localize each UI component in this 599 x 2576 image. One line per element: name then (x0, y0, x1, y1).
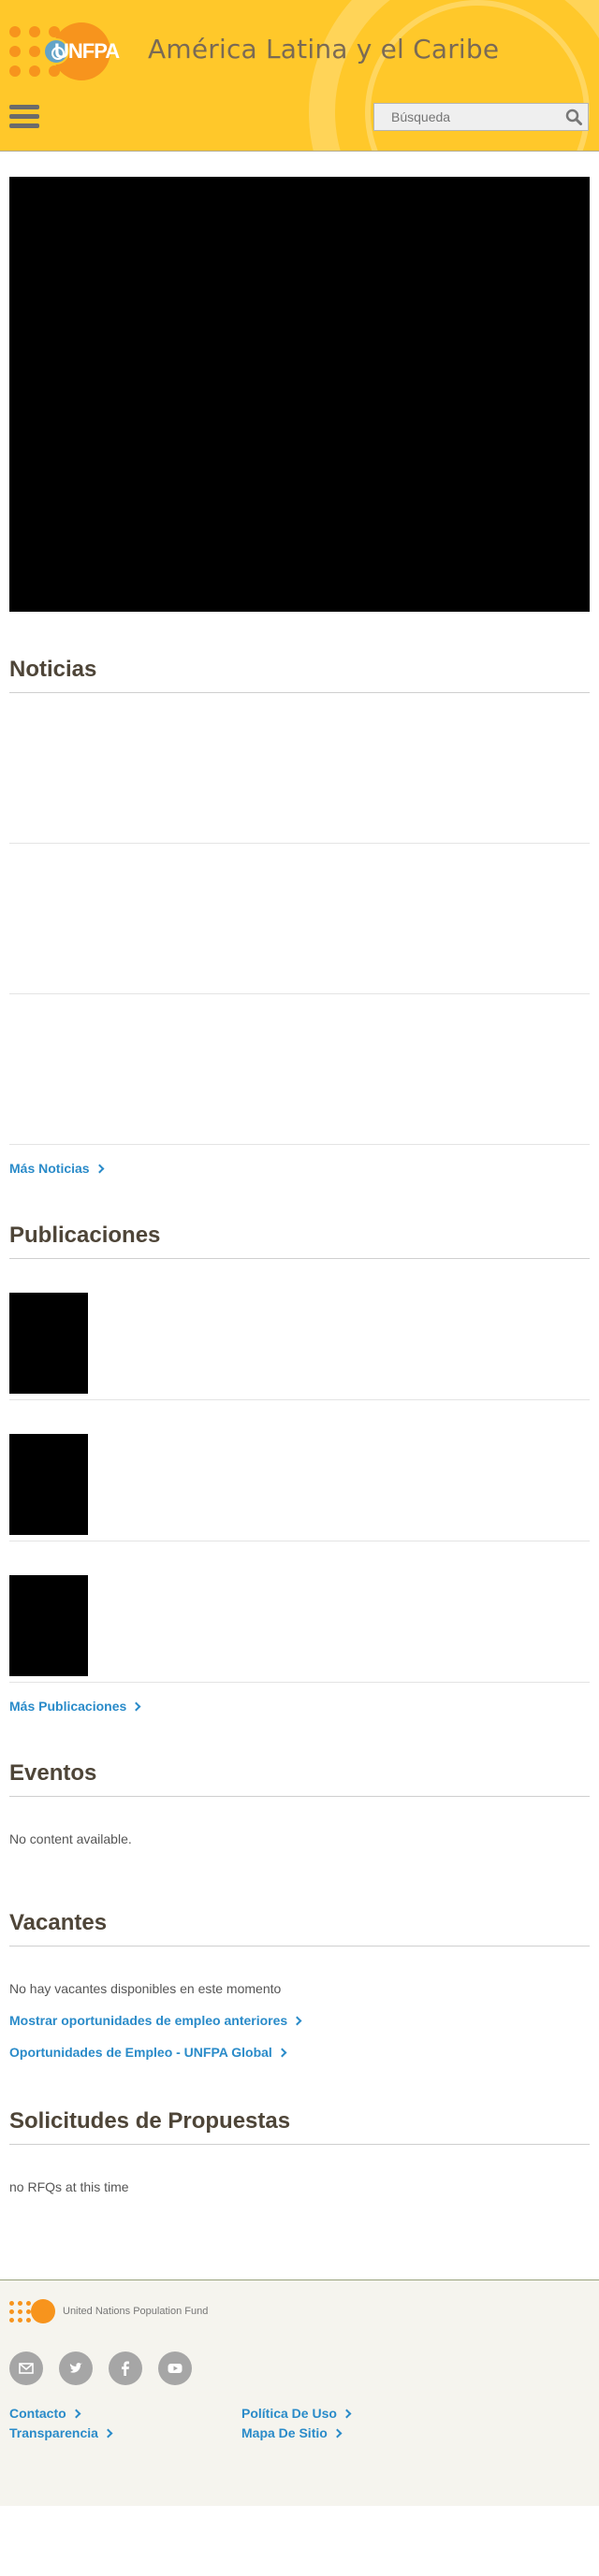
chevron-right-icon (292, 2016, 302, 2025)
magnifier-icon[interactable] (565, 109, 582, 125)
footer-logo[interactable]: United Nations Population Fund (9, 2297, 590, 2325)
footer-links: Contacto Política De Uso Transparencia M… (9, 2406, 590, 2440)
news-section: Noticias Más Noticias (9, 657, 590, 1178)
unfpa-logo[interactable]: UNFPA (9, 22, 120, 80)
news-item[interactable] (9, 693, 590, 844)
more-news-link[interactable]: Más Noticias (9, 1161, 105, 1176)
rfp-heading: Solicitudes de Propuestas (9, 2108, 590, 2145)
news-item[interactable] (9, 994, 590, 1145)
vacancies-heading: Vacantes (9, 1910, 590, 1946)
chevron-right-icon (95, 1164, 105, 1173)
terms-label: Política De Uso (241, 2406, 337, 2421)
footer-logo-badge (31, 2299, 55, 2323)
email-icon[interactable] (9, 2352, 43, 2385)
search-box (373, 103, 589, 131)
global-jobs-label: Oportunidades de Empleo - UNFPA Global (9, 2045, 272, 2060)
logo-text: UNFPA (54, 39, 120, 63)
terms-of-use-link[interactable]: Política De Uso (241, 2406, 474, 2421)
rfp-empty-text: no RFQs at this time (9, 2179, 129, 2194)
vacancies-section: Vacantes No hay vacantes disponibles en … (9, 1910, 590, 2060)
chevron-right-icon (332, 2428, 343, 2438)
publication-item[interactable] (9, 1541, 590, 1683)
chevron-right-icon (103, 2428, 113, 2438)
publication-thumbnail[interactable] (9, 1575, 88, 1676)
chevron-right-icon (277, 2048, 287, 2057)
publications-section: Publicaciones Más Publicaciones (9, 1223, 590, 1715)
events-section: Eventos No content available. (9, 1760, 590, 1846)
rfp-section: Solicitudes de Propuestas no RFQs at thi… (9, 2108, 590, 2194)
social-links (9, 2352, 590, 2385)
site-footer: United Nations Population Fund Contacto … (0, 2279, 599, 2506)
transparency-label: Transparencia (9, 2425, 98, 2440)
region-title[interactable]: América Latina y el Caribe (148, 34, 499, 65)
global-jobs-link[interactable]: Oportunidades de Empleo - UNFPA Global (9, 2045, 590, 2060)
more-publications-label: Más Publicaciones (9, 1699, 127, 1714)
events-heading: Eventos (9, 1760, 590, 1797)
previous-jobs-label: Mostrar oportunidades de empleo anterior… (9, 2013, 288, 2028)
publications-heading: Publicaciones (9, 1223, 590, 1259)
vacancies-empty-text: No hay vacantes disponibles en este mome… (9, 1981, 282, 1996)
contact-label: Contacto (9, 2406, 66, 2421)
site-header: UNFPA América Latina y el Caribe (0, 0, 599, 152)
chevron-right-icon (342, 2409, 352, 2418)
sitemap-label: Mapa De Sitio (241, 2425, 328, 2440)
more-news-label: Más Noticias (9, 1161, 90, 1176)
news-item[interactable] (9, 844, 590, 994)
main-content: Noticias Más Noticias Publicaciones Más … (0, 177, 599, 2194)
org-name: United Nations Population Fund (63, 2306, 209, 2317)
twitter-icon[interactable] (59, 2352, 93, 2385)
transparency-link[interactable]: Transparencia (9, 2425, 241, 2440)
events-empty-text: No content available. (9, 1831, 132, 1846)
video-player[interactable] (9, 177, 590, 612)
facebook-icon[interactable] (109, 2352, 142, 2385)
news-list (9, 693, 590, 1145)
chevron-right-icon (71, 2409, 81, 2418)
contact-link[interactable]: Contacto (9, 2406, 241, 2421)
youtube-icon[interactable] (158, 2352, 192, 2385)
sitemap-link[interactable]: Mapa De Sitio (241, 2425, 474, 2440)
logo-dots (9, 2300, 31, 2323)
hamburger-menu-icon[interactable] (9, 105, 39, 129)
previous-jobs-link[interactable]: Mostrar oportunidades de empleo anterior… (9, 2013, 590, 2028)
publication-thumbnail[interactable] (9, 1434, 88, 1535)
more-publications-link[interactable]: Más Publicaciones (9, 1699, 141, 1714)
logo-badge: UNFPA (43, 22, 120, 80)
chevron-right-icon (131, 1701, 141, 1711)
publication-item[interactable] (9, 1400, 590, 1541)
publication-thumbnail[interactable] (9, 1293, 88, 1394)
publication-item[interactable] (9, 1259, 590, 1400)
news-heading: Noticias (9, 657, 590, 693)
search-input[interactable] (391, 104, 560, 130)
